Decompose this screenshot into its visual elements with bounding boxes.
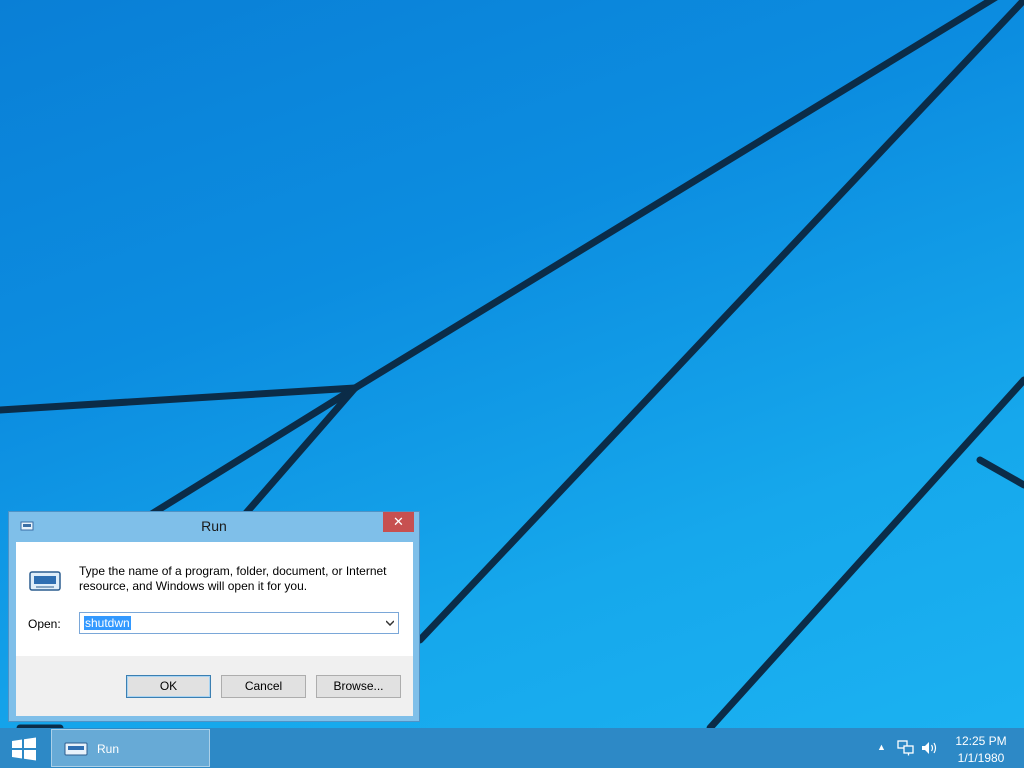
taskbar-item-label: Run <box>97 742 120 756</box>
taskbar: Run ▲ 12:25 PM 1/1/1980 <box>0 728 1024 768</box>
clock-date[interactable]: 1/1/1980 <box>952 751 1010 765</box>
show-hidden-icons-icon[interactable]: ▲ <box>877 742 886 752</box>
close-button[interactable]: ✕ <box>383 512 414 532</box>
cancel-button[interactable]: Cancel <box>221 675 306 698</box>
open-input-value[interactable]: shutdwn <box>84 616 131 630</box>
taskbar-item-run[interactable]: Run <box>51 729 210 767</box>
browse-button[interactable]: Browse... <box>316 675 401 698</box>
dialog-title: Run <box>201 518 227 534</box>
clock-time[interactable]: 12:25 PM <box>952 734 1010 748</box>
dialog-description: Type the name of a program, folder, docu… <box>79 564 387 593</box>
dialog-body: Type the name of a program, folder, docu… <box>16 542 413 716</box>
open-combobox[interactable]: shutdwn <box>79 612 399 634</box>
chevron-down-icon[interactable] <box>386 620 394 626</box>
open-label: Open: <box>28 617 61 631</box>
network-icon[interactable] <box>897 740 915 756</box>
windows-logo-icon[interactable] <box>10 737 38 761</box>
run-dialog: Run ✕ Type the name of a program, folder… <box>8 511 420 722</box>
volume-icon[interactable] <box>921 740 939 756</box>
title-bar[interactable]: Run ✕ <box>9 512 419 540</box>
dialog-content: Type the name of a program, folder, docu… <box>16 542 413 656</box>
run-icon <box>29 571 61 591</box>
ok-button[interactable]: OK <box>126 675 211 698</box>
run-app-icon <box>64 742 88 756</box>
